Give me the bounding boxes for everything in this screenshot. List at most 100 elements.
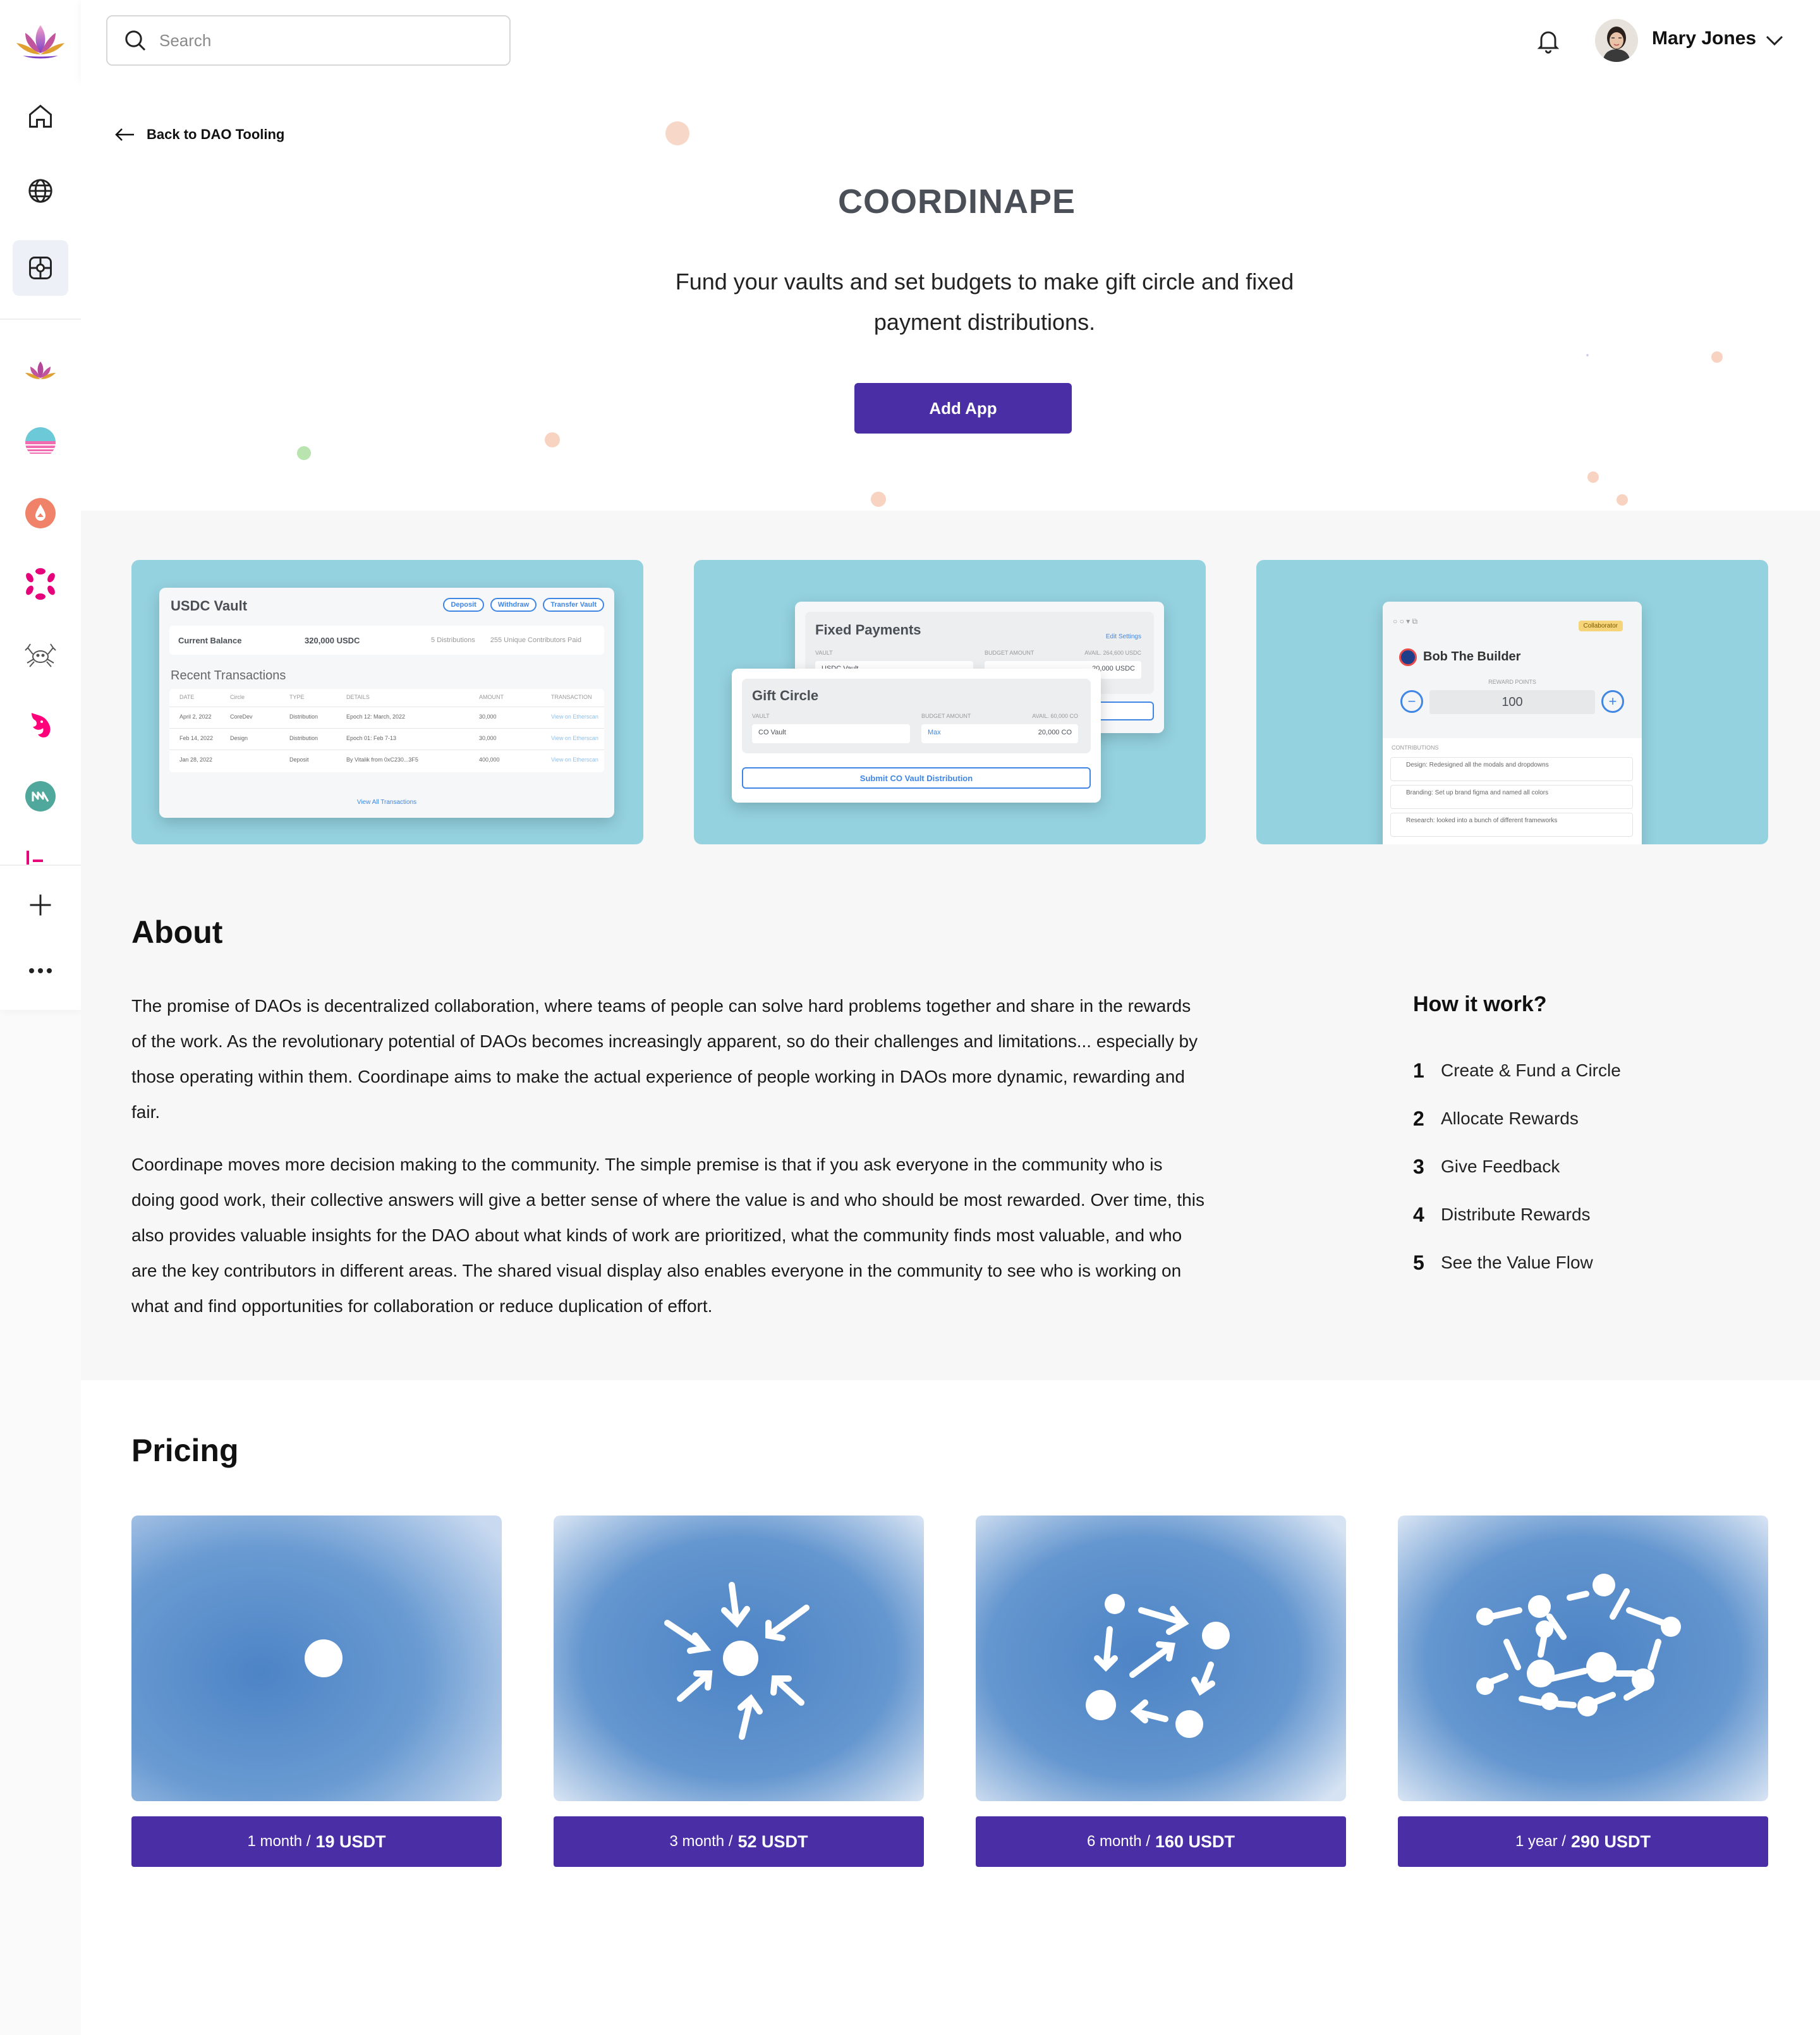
page-subtitle: Fund your vaults and set budgets to make… xyxy=(675,269,1294,335)
contributors-label: Unique Contributors Paid xyxy=(504,636,582,644)
gift-circle-title: Gift Circle xyxy=(752,688,819,703)
gift-avail: AVAIL. 60,000 CO xyxy=(1032,713,1078,719)
table-cell: View on Etherscan xyxy=(551,714,598,720)
list-item: Design: Redesigned all the modals and dr… xyxy=(1390,757,1633,781)
more-dots-icon xyxy=(29,968,52,973)
reward-points-label: REWARD POINTS xyxy=(1488,679,1536,685)
fixed-budget-label: BUDGET AMOUNT xyxy=(985,650,1034,656)
search-input[interactable] xyxy=(159,30,488,51)
pricing-heading: Pricing xyxy=(131,1433,239,1468)
nav-apps[interactable] xyxy=(0,238,81,298)
col-circle: Circle xyxy=(230,694,245,700)
crab-app-icon[interactable] xyxy=(24,638,57,671)
lotus-logo-icon[interactable] xyxy=(14,21,67,62)
contribution-text: Design: Redesigned all the modals and dr… xyxy=(1406,762,1549,768)
gift-max: Max xyxy=(928,729,941,736)
sunset-app-icon[interactable] xyxy=(24,426,57,459)
gift-vault-select: CO Vault xyxy=(752,724,910,743)
distributions-label: Distributions xyxy=(437,636,475,644)
table-cell: Epoch 01: Feb 7-13 xyxy=(346,735,397,741)
balance-label: Current Balance xyxy=(178,635,242,645)
table-cell: 30,000 xyxy=(479,714,497,720)
app-header: Back to DAO Tooling COORDINAPE Fund your… xyxy=(81,81,1820,511)
search-box[interactable] xyxy=(106,15,511,66)
screenshot-rewards[interactable]: ○ ○ ▾ ⧉ Collaborator Bob The Builder REW… xyxy=(1256,560,1768,844)
minus-icon: − xyxy=(1400,690,1423,713)
installed-apps xyxy=(0,341,81,866)
table-cell: April 2, 2022 xyxy=(179,714,212,720)
gift-vault-label: VAULT xyxy=(752,713,770,719)
add-app-button[interactable]: Add App xyxy=(854,383,1072,434)
add-app-nav[interactable] xyxy=(0,875,81,935)
sidebar xyxy=(0,0,81,1010)
single-dot-illustration xyxy=(131,1516,502,1801)
col-date: DATE xyxy=(179,694,195,700)
chevron-down-icon[interactable] xyxy=(1762,29,1787,52)
list-item: 4 Distribute Rewards xyxy=(1413,1203,1591,1226)
back-link[interactable]: Back to DAO Tooling xyxy=(114,126,284,143)
table-cell: View on Etherscan xyxy=(551,735,598,741)
user-name[interactable]: Mary Jones xyxy=(1652,28,1756,49)
table-cell: 400,000 xyxy=(479,756,500,763)
unicorn-app-icon[interactable] xyxy=(24,709,57,742)
about-paragraph-1: The promise of DAOs is decentralized col… xyxy=(131,996,1198,1122)
balance-value: 320,000 USDC xyxy=(305,635,360,645)
view-all-link: View All Transactions xyxy=(356,799,417,806)
apps-grid-icon xyxy=(29,257,52,279)
col-amount: AMOUNT xyxy=(479,694,504,700)
plus-icon xyxy=(30,894,51,916)
about-heading: About xyxy=(131,914,223,950)
gift-amount: 20,000 xyxy=(1038,729,1060,736)
table-cell: By Vitalik from 0xC230...3F5 xyxy=(346,756,418,763)
vault-title: USDC Vault xyxy=(171,598,248,614)
vault-card: USDC Vault Deposit Withdraw Transfer Vau… xyxy=(159,588,614,818)
contribution-text: Branding: Set up brand figma and named a… xyxy=(1406,789,1549,796)
fixed-currency: USDC xyxy=(1115,665,1135,672)
list-item: 3 Give Feedback xyxy=(1413,1155,1560,1178)
about-paragraph-2: Coordinape moves more decision making to… xyxy=(131,1155,1204,1316)
screenshot-payments[interactable]: Fixed Payments Edit Settings VAULT BUDGE… xyxy=(694,560,1206,844)
top-bar: Mary Jones xyxy=(81,0,1820,81)
avatar[interactable] xyxy=(1595,19,1638,62)
table-cell: Deposit xyxy=(289,756,309,763)
plan-3-month-button[interactable]: 3 month /52 USDT xyxy=(554,1816,924,1867)
plus-circle-icon: + xyxy=(1601,690,1624,713)
fixed-avail: AVAIL. 264,600 USDC xyxy=(1084,650,1141,656)
member-name: Bob The Builder xyxy=(1423,650,1521,664)
table-cell: Feb 14, 2022 xyxy=(179,735,214,741)
network-illustration xyxy=(1398,1516,1768,1801)
nav-explore[interactable] xyxy=(0,161,81,221)
maker-app-icon[interactable] xyxy=(24,780,57,813)
notifications-bell-icon[interactable] xyxy=(1532,24,1565,57)
screenshot-vault[interactable]: USDC Vault Deposit Withdraw Transfer Vau… xyxy=(131,560,643,844)
fixed-payments-title: Fixed Payments xyxy=(815,622,921,638)
partial-app-icon[interactable] xyxy=(24,848,57,866)
lotus-app-icon[interactable] xyxy=(24,355,57,388)
list-item: Branding: Set up brand figma and named a… xyxy=(1390,785,1633,809)
plan-6-month-button[interactable]: 6 month /160 USDT xyxy=(976,1816,1346,1867)
transactions-table: DATE Circle TYPE DETAILS AMOUNT TRANSACT… xyxy=(169,689,604,772)
contributors-count: 255 xyxy=(490,636,502,644)
edit-settings-link: Edit Settings xyxy=(1105,633,1141,640)
table-cell: Jan 28, 2022 xyxy=(179,756,213,763)
polkadot-app-icon[interactable] xyxy=(24,568,57,600)
collaborator-badge: Collaborator xyxy=(1578,621,1623,631)
submit-distribution-button: Submit CO Vault Distribution xyxy=(742,767,1091,789)
table-row: Jan 28, 2022 Deposit By Vitalik from 0xC23… xyxy=(169,750,604,770)
how-it-works-list: 1 Create & Fund a Circle 2 Allocate Reward… xyxy=(1413,1047,1621,1287)
transfer-vault-button: Transfer Vault xyxy=(543,598,604,612)
plan-1-year-button[interactable]: 1 year /290 USDT xyxy=(1398,1816,1768,1867)
table-cell: CoreDev xyxy=(230,714,253,720)
col-details: DETAILS xyxy=(346,694,370,700)
list-item: 5 See the Value Flow xyxy=(1413,1251,1593,1274)
fixed-vault-label: VAULT xyxy=(815,650,833,656)
more-nav[interactable] xyxy=(0,940,81,1001)
list-item: Research: looked into a bunch of differe… xyxy=(1390,813,1633,837)
plan-1-month-button[interactable]: 1 month /19 USDT xyxy=(131,1816,502,1867)
drop-app-icon[interactable] xyxy=(24,497,57,530)
pricing-section: Pricing 1 month /19 USDT 3 month /52 USD… xyxy=(81,1380,1820,2035)
nav-home[interactable] xyxy=(0,86,81,147)
arrow-left-icon xyxy=(115,128,134,141)
table-cell: Design xyxy=(230,735,248,741)
table-cell: Distribution xyxy=(289,735,318,741)
